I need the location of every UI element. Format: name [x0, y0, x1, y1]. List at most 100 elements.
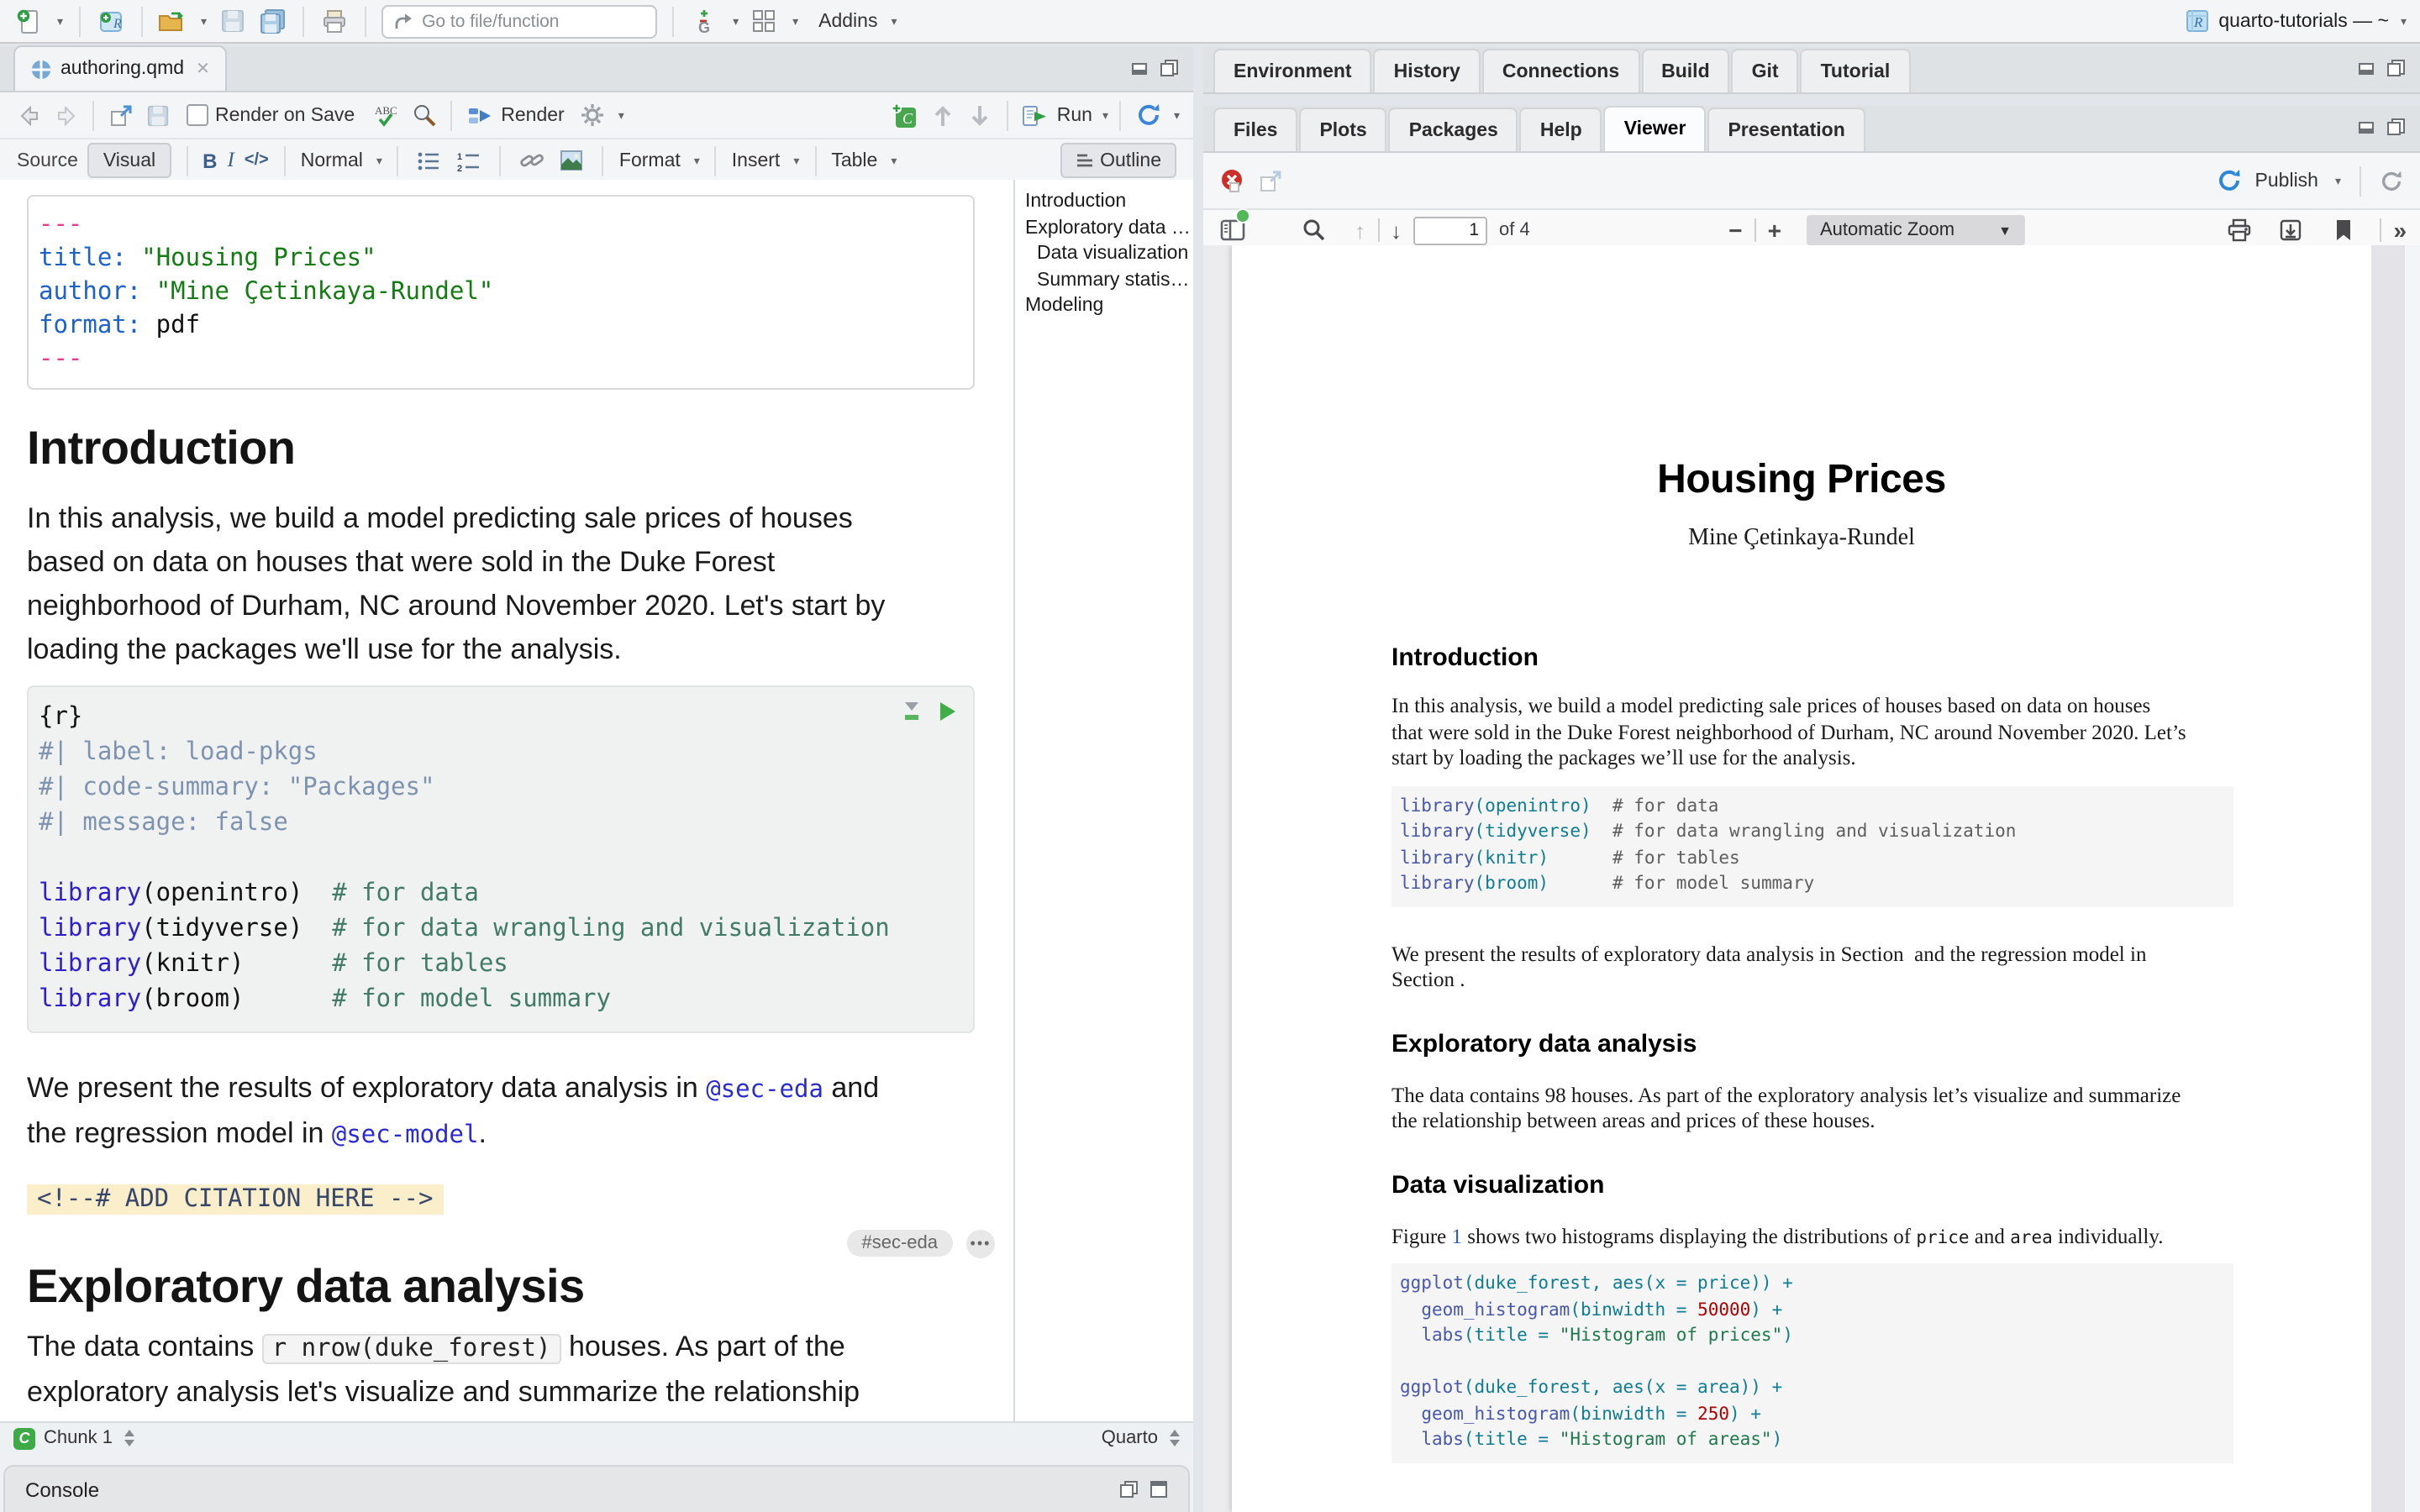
tab-presentation[interactable]: Presentation: [1707, 108, 1865, 151]
pdf-prev-page-icon[interactable]: ↑: [1355, 218, 1365, 243]
tab-git[interactable]: Git: [1732, 49, 1799, 92]
table-menu[interactable]: Table: [831, 150, 877, 171]
print-icon[interactable]: [319, 3, 350, 39]
new-file-caret[interactable]: ▾: [57, 14, 63, 28]
run-caret[interactable]: ▾: [1102, 108, 1108, 122]
code-format-button[interactable]: </>: [245, 151, 269, 170]
paragraph-style-select[interactable]: Normal: [301, 150, 363, 171]
paragraph-style-caret[interactable]: ▾: [376, 154, 382, 167]
pdf-zoom-in-icon[interactable]: +: [1768, 218, 1781, 242]
publish-button[interactable]: Publish: [2255, 171, 2318, 191]
source-mode-button[interactable]: Source: [17, 150, 78, 171]
insert-menu[interactable]: Insert: [732, 150, 781, 171]
numbered-list-icon[interactable]: 12: [455, 142, 485, 179]
pdf-download-icon[interactable]: [2275, 212, 2306, 249]
run-chunks-above-icon[interactable]: [901, 701, 923, 722]
pdf-bookmark-icon[interactable]: [2328, 212, 2358, 249]
pdf-zoom-out-icon[interactable]: −: [1728, 218, 1742, 242]
maximize-pane-icon[interactable]: [1150, 1480, 1168, 1499]
popout-icon[interactable]: [106, 97, 136, 134]
outline-item[interactable]: Exploratory data …: [1025, 216, 1193, 242]
tab-environment[interactable]: Environment: [1213, 49, 1372, 92]
pdf-sidebar-toggle-icon[interactable]: [1217, 212, 1247, 249]
tab-plots[interactable]: Plots: [1299, 108, 1386, 151]
outline-item[interactable]: Modeling: [1025, 294, 1193, 320]
pdf-more-tools-icon[interactable]: »: [2393, 217, 2407, 244]
pdf-scrollbar[interactable]: [2371, 245, 2405, 1512]
rerun-caret[interactable]: ▾: [1174, 108, 1180, 122]
publish-caret[interactable]: ▾: [2335, 174, 2341, 187]
tab-packages[interactable]: Packages: [1389, 108, 1518, 151]
open-file-icon[interactable]: [157, 3, 187, 39]
pdf-zoom-select[interactable]: Automatic Zoom ▼: [1807, 215, 2025, 245]
panes-layout-icon[interactable]: [749, 3, 779, 39]
cross-reference[interactable]: @sec-eda: [706, 1077, 823, 1104]
tab-help[interactable]: Help: [1520, 108, 1602, 151]
panes-layout-caret[interactable]: ▾: [792, 14, 798, 28]
render-on-save-checkbox[interactable]: [187, 104, 208, 126]
version-control-icon[interactable]: G: [689, 3, 719, 39]
cross-reference[interactable]: @sec-model: [332, 1122, 479, 1149]
run-chunk-icon[interactable]: [938, 701, 956, 722]
new-project-icon[interactable]: R: [95, 3, 125, 39]
new-file-icon[interactable]: [13, 3, 44, 39]
insert-chunk-icon[interactable]: C: [891, 97, 921, 134]
publish-icon[interactable]: [2217, 168, 2242, 193]
render-caret[interactable]: ▾: [618, 108, 624, 122]
chunk-selector[interactable]: Chunk 1: [44, 1428, 113, 1448]
bullet-list-icon[interactable]: [414, 142, 445, 179]
save-icon[interactable]: [143, 97, 173, 134]
save-icon[interactable]: [217, 3, 247, 39]
tab-build[interactable]: Build: [1641, 49, 1730, 92]
project-selector[interactable]: quarto-tutorials — ~: [2218, 11, 2389, 31]
tab-tutorial[interactable]: Tutorial: [1801, 49, 1911, 92]
maximize-pane-icon[interactable]: [2386, 118, 2407, 136]
visual-editor-content[interactable]: ---title: "Housing Prices"author: "Mine …: [0, 180, 1013, 1421]
outline-toggle-button[interactable]: Outline: [1060, 143, 1176, 178]
search-icon[interactable]: [408, 97, 439, 134]
open-file-caret[interactable]: ▾: [201, 14, 207, 28]
console-header[interactable]: Console: [3, 1465, 1190, 1512]
bold-button[interactable]: B: [203, 149, 217, 172]
run-previous-icon[interactable]: [928, 97, 958, 134]
render-button[interactable]: Render: [501, 105, 564, 125]
minimize-pane-icon[interactable]: [1131, 59, 1150, 77]
tab-viewer[interactable]: Viewer: [1604, 106, 1707, 151]
italic-button[interactable]: I: [227, 148, 234, 173]
pdf-search-icon[interactable]: [1299, 212, 1329, 249]
forward-icon[interactable]: [50, 97, 81, 134]
image-icon[interactable]: [557, 142, 587, 179]
link-icon[interactable]: [517, 142, 547, 179]
outline-item[interactable]: Summary statis…: [1025, 268, 1193, 294]
project-caret[interactable]: ▾: [2401, 14, 2407, 28]
pdf-viewer-content[interactable]: Housing Prices Mine Çetinkaya-Rundel Int…: [1203, 245, 2420, 1512]
section-id-badge[interactable]: #sec-eda: [846, 1230, 953, 1257]
section-options-button[interactable]: •••: [966, 1229, 995, 1257]
outline-item[interactable]: Data visualization: [1025, 242, 1193, 268]
render-settings-gear-icon[interactable]: [578, 97, 608, 134]
tab-authoring-qmd[interactable]: authoring.qmd ✕: [13, 45, 227, 91]
insert-menu-caret[interactable]: ▾: [793, 154, 799, 167]
pdf-next-page-icon[interactable]: ↓: [1391, 218, 1402, 243]
tab-connections[interactable]: Connections: [1482, 49, 1639, 92]
code-chunk[interactable]: {r}#| label: load-pkgs#| code-summary: "…: [27, 685, 975, 1033]
yaml-block[interactable]: ---title: "Housing Prices"author: "Mine …: [27, 195, 975, 390]
chunk-selector-stepper[interactable]: [124, 1430, 134, 1446]
run-button[interactable]: Run: [1057, 105, 1092, 125]
addins-caret[interactable]: ▾: [891, 14, 897, 28]
doc-format-stepper[interactable]: [1170, 1430, 1180, 1446]
maximize-pane-icon[interactable]: [2386, 59, 2407, 77]
close-tab-icon[interactable]: ✕: [196, 60, 210, 78]
minimize-pane-icon[interactable]: [2358, 59, 2376, 77]
back-icon[interactable]: [13, 97, 44, 134]
maximize-pane-icon[interactable]: [1160, 59, 1180, 77]
goto-file-input[interactable]: Go to file/function: [381, 4, 657, 38]
stop-viewer-icon[interactable]: [1220, 168, 1245, 193]
pdf-print-icon[interactable]: [2223, 212, 2254, 249]
version-control-caret[interactable]: ▾: [733, 14, 739, 28]
save-all-icon[interactable]: [257, 3, 287, 39]
addins-menu[interactable]: Addins: [818, 11, 877, 31]
pdf-page-input[interactable]: [1413, 216, 1487, 244]
tab-history[interactable]: History: [1374, 49, 1481, 92]
minimize-pane-icon[interactable]: [2358, 118, 2376, 136]
